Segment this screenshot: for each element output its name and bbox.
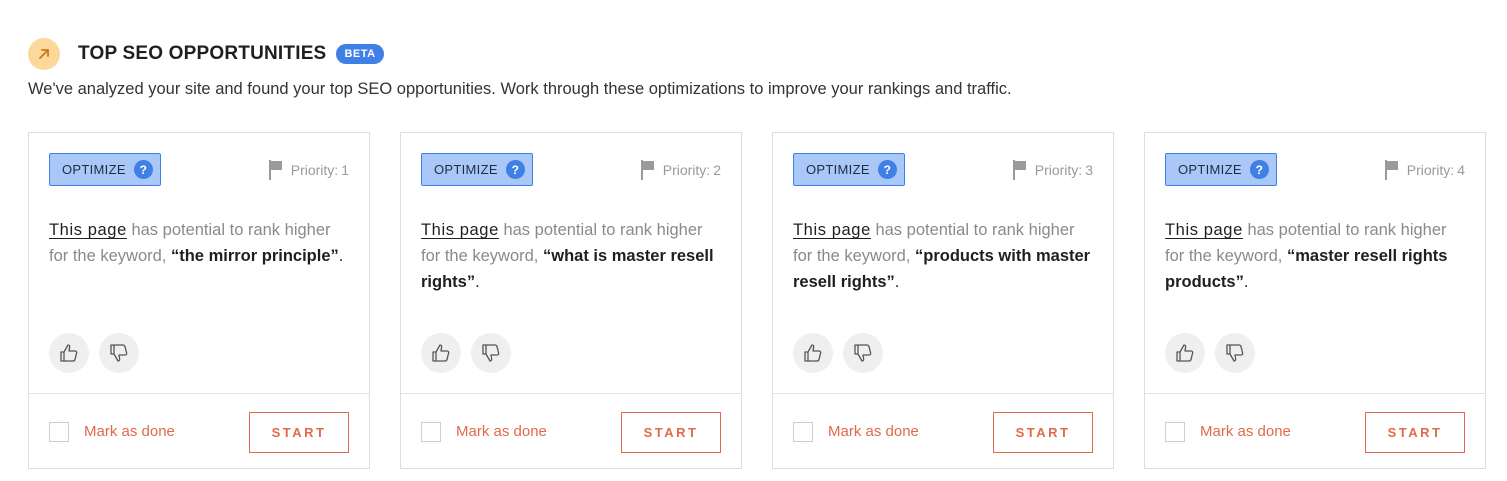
optimize-tag: OPTIMIZE ? [421,153,533,186]
section-title: TOP SEO OPPORTUNITIES [78,43,327,64]
mark-done-label[interactable]: Mark as done [84,423,175,440]
start-button[interactable]: START [621,412,721,453]
keyword: “the mirror principle” [170,247,339,265]
thumbs-down-icon [482,344,500,362]
arrow-up-right-icon [28,38,60,70]
optimize-label: OPTIMIZE [806,162,870,177]
thumbs-up-icon [804,344,822,362]
mark-done-label[interactable]: Mark as done [456,423,547,440]
beta-badge: BETA [336,44,384,64]
opportunity-description: This page has potential to rank higher f… [793,217,1098,295]
flag-icon [640,160,655,180]
mark-done-checkbox[interactable] [49,422,69,442]
optimize-label: OPTIMIZE [62,162,126,177]
start-button[interactable]: START [993,412,1093,453]
flag-icon [1384,160,1399,180]
thumbs-down-button[interactable] [843,333,883,373]
opportunity-description: This page has potential to rank higher f… [421,217,726,295]
card-footer: Mark as done START [29,393,369,468]
priority-indicator: Priority: 1 [268,160,349,180]
opportunity-card: OPTIMIZE ? Priority: 3 This page has pot… [772,132,1114,469]
opportunity-card: OPTIMIZE ? Priority: 2 This page has pot… [400,132,742,469]
help-icon[interactable]: ? [133,160,153,179]
flag-icon [268,160,283,180]
optimize-tag: OPTIMIZE ? [793,153,905,186]
card-footer: Mark as done START [773,393,1113,468]
thumbs-down-button[interactable] [471,333,511,373]
priority-indicator: Priority: 4 [1384,160,1465,180]
flag-icon [1012,160,1027,180]
priority-value: 1 [341,162,349,178]
optimize-label: OPTIMIZE [1178,162,1242,177]
thumbs-down-button[interactable] [1215,333,1255,373]
page-link[interactable]: This page [49,221,127,239]
card-footer: Mark as done START [401,393,741,468]
description-end: . [1243,273,1249,291]
optimize-label: OPTIMIZE [434,162,498,177]
thumbs-up-icon [60,344,78,362]
description-end: . [475,273,480,291]
priority-label: Priority: [1034,162,1083,178]
section-header: TOP SEO OPPORTUNITIES BETA [28,38,384,70]
priority-label: Priority: [1406,162,1455,178]
thumbs-down-icon [110,344,128,362]
description-end: . [894,273,900,291]
priority-value: 4 [1457,162,1465,178]
priority-indicator: Priority: 2 [640,160,721,180]
opportunity-cards: OPTIMIZE ? Priority: 1 This page has pot… [28,132,1486,469]
thumbs-up-button[interactable] [793,333,833,373]
thumbs-up-button[interactable] [1165,333,1205,373]
card-footer: Mark as done START [1145,393,1485,468]
thumbs-up-button[interactable] [49,333,89,373]
optimize-tag: OPTIMIZE ? [49,153,161,186]
opportunity-description: This page has potential to rank higher f… [49,217,354,269]
thumbs-down-icon [854,344,872,362]
start-button[interactable]: START [249,412,349,453]
priority-value: 2 [713,162,721,178]
priority-label: Priority: [662,162,711,178]
thumbs-up-icon [1176,344,1194,362]
mark-done-checkbox[interactable] [1165,422,1185,442]
description-end: . [338,247,344,265]
mark-done-label[interactable]: Mark as done [828,423,919,440]
section-subtitle: We've analyzed your site and found your … [28,80,1012,98]
thumbs-up-icon [432,344,450,362]
page-link[interactable]: This page [793,221,871,239]
opportunity-card: OPTIMIZE ? Priority: 4 This page has pot… [1144,132,1486,469]
mark-done-checkbox[interactable] [793,422,813,442]
priority-value: 3 [1085,162,1093,178]
priority-label: Priority: [290,162,339,178]
help-icon[interactable]: ? [505,160,525,179]
page-link[interactable]: This page [1165,221,1243,239]
opportunity-description: This page has potential to rank higher f… [1165,217,1470,295]
help-icon[interactable]: ? [877,160,897,179]
thumbs-down-button[interactable] [99,333,139,373]
start-button[interactable]: START [1365,412,1465,453]
priority-indicator: Priority: 3 [1012,160,1093,180]
mark-done-checkbox[interactable] [421,422,441,442]
thumbs-up-button[interactable] [421,333,461,373]
optimize-tag: OPTIMIZE ? [1165,153,1277,186]
help-icon[interactable]: ? [1249,160,1269,179]
page-link[interactable]: This page [421,221,499,239]
mark-done-label[interactable]: Mark as done [1200,423,1291,440]
opportunity-card: OPTIMIZE ? Priority: 1 This page has pot… [28,132,370,469]
thumbs-down-icon [1226,344,1244,362]
